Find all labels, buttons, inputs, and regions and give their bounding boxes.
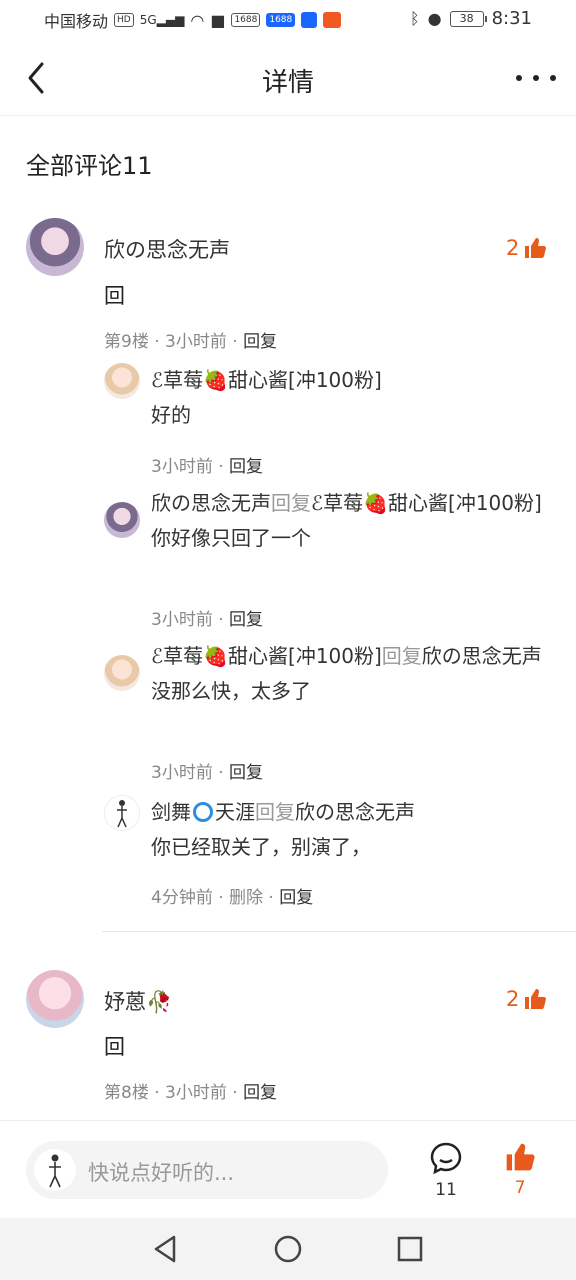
orange-app-icon bbox=[323, 12, 342, 28]
like-button[interactable]: 2 bbox=[506, 987, 547, 1011]
avatar[interactable] bbox=[104, 502, 140, 538]
wifi-icon: ◠ bbox=[190, 10, 205, 30]
top-nav: 详情 bbox=[0, 40, 576, 116]
comment-divider bbox=[102, 931, 576, 932]
system-home-button[interactable] bbox=[271, 1232, 305, 1266]
reply-text: 好的 bbox=[151, 403, 191, 427]
circle-home-icon bbox=[274, 1235, 302, 1263]
comment-bubble-icon bbox=[430, 1142, 462, 1175]
like-button[interactable]: 2 bbox=[506, 236, 547, 260]
comment-placeholder: 快说点好听的... bbox=[88, 1161, 235, 1185]
system-back-button[interactable] bbox=[148, 1232, 182, 1266]
avatar[interactable] bbox=[104, 655, 140, 691]
like-count: 7 bbox=[514, 1178, 526, 1198]
reply-item: 剑舞 天涯回复欣の思念无声 你已经取关了，别演了， bbox=[151, 795, 551, 865]
dot-icon bbox=[516, 75, 522, 81]
app-badge-1688-alt: 1688 bbox=[266, 13, 296, 27]
thumbs-up-icon bbox=[525, 989, 547, 1009]
reply-meta: 4分钟前 · 删除 · 回复 bbox=[151, 888, 314, 908]
bottom-bar: 快说点好听的... 11 7 bbox=[0, 1120, 576, 1218]
user-avatar bbox=[34, 1149, 76, 1191]
video-icon: ■ bbox=[210, 10, 226, 30]
reply-author[interactable]: 欣の思念无声 bbox=[151, 491, 271, 515]
avatar[interactable] bbox=[104, 795, 140, 831]
clock: 8:31 bbox=[491, 8, 532, 29]
reply-text: 没那么快，太多了 bbox=[151, 679, 311, 703]
bluetooth-icon: ᛒ bbox=[410, 9, 420, 28]
triangle-back-icon bbox=[154, 1235, 176, 1263]
comments-button[interactable]: 11 bbox=[421, 1141, 471, 1200]
reply-link[interactable]: 回复 bbox=[229, 610, 263, 630]
reply-author[interactable]: ℰ草莓🍓甜心酱[冲100粉] bbox=[151, 363, 551, 398]
figure-sketch-icon bbox=[117, 800, 127, 828]
reply-author[interactable]: ℰ草莓🍓甜心酱[冲100粉] bbox=[151, 644, 382, 668]
thumbs-up-icon bbox=[525, 238, 547, 258]
carrier-label: 中国移动 bbox=[44, 12, 109, 31]
comment-author[interactable]: 妤蒽🥀 bbox=[104, 986, 172, 1016]
avatar[interactable] bbox=[26, 970, 84, 1028]
like-count: 2 bbox=[506, 236, 520, 260]
reply-target[interactable]: 欣の思念无声 bbox=[422, 644, 542, 668]
reply-word: 回复 bbox=[381, 644, 422, 668]
square-recents-icon bbox=[397, 1236, 423, 1262]
reply-text: 你已经取关了，别演了， bbox=[151, 835, 371, 859]
like-post-button[interactable]: 7 bbox=[495, 1141, 545, 1198]
dot-icon bbox=[533, 75, 539, 81]
avatar[interactable] bbox=[104, 363, 140, 399]
reply-word: 回复 bbox=[271, 491, 311, 515]
mic-icon: ● bbox=[427, 9, 442, 28]
comment-input[interactable]: 快说点好听的... bbox=[26, 1141, 388, 1199]
reply-item: ℰ草莓🍓甜心酱[冲100粉] 好的 bbox=[151, 363, 551, 433]
status-bar: 中国移动 HD 5G▂▄▆ ◠ ■ 1688 1688 ᛒ ● 38 8:31 bbox=[0, 0, 576, 40]
reply-link[interactable]: 回复 bbox=[229, 763, 263, 783]
system-nav-bar bbox=[0, 1218, 576, 1280]
comment-text: 回 bbox=[104, 1035, 125, 1059]
reply-link[interactable]: 回复 bbox=[229, 457, 263, 477]
reply-item: 欣の思念无声回复ℰ草莓🍓甜心酱[冲100粉] 你好像只回了一个 bbox=[151, 486, 551, 556]
shield-app-icon bbox=[301, 12, 318, 28]
comments-heading: 全部评论11 bbox=[26, 152, 153, 180]
comment-meta: 第9楼 · 3小时前 · 回复 bbox=[104, 332, 278, 352]
reply-item: ℰ草莓🍓甜心酱[冲100粉]回复欣の思念无声 没那么快，太多了 bbox=[151, 639, 551, 709]
reply-meta: 3小时前 · 回复 bbox=[151, 457, 264, 477]
system-recents-button[interactable] bbox=[393, 1232, 427, 1266]
reply-link[interactable]: 回复 bbox=[279, 888, 313, 908]
thumbs-up-icon bbox=[506, 1143, 535, 1171]
reply-author[interactable]: 剑舞 bbox=[151, 800, 191, 824]
avatar[interactable] bbox=[26, 218, 84, 276]
reply-meta: 3小时前 · 回复 bbox=[151, 610, 264, 630]
comment-author[interactable]: 欣の思念无声 bbox=[104, 234, 230, 264]
verified-icon bbox=[193, 802, 213, 822]
like-count: 2 bbox=[506, 987, 520, 1011]
reply-author-suffix[interactable]: 天涯 bbox=[215, 800, 255, 824]
reply-word: 回复 bbox=[255, 800, 295, 824]
page-title: 详情 bbox=[261, 68, 314, 98]
reply-link[interactable]: 回复 bbox=[243, 332, 277, 352]
figure-sketch-icon bbox=[49, 1154, 61, 1188]
app-badge-1688: 1688 bbox=[231, 13, 261, 27]
hd-badge: HD bbox=[114, 13, 134, 27]
comment-meta: 第8楼 · 3小时前 · 回复 bbox=[104, 1083, 278, 1103]
reply-meta: 3小时前 · 回复 bbox=[151, 763, 264, 783]
reply-target[interactable]: ℰ草莓🍓甜心酱[冲100粉] bbox=[311, 491, 542, 515]
more-menu-button[interactable] bbox=[516, 60, 556, 96]
comment-count: 11 bbox=[435, 1180, 457, 1200]
dot-icon bbox=[550, 75, 556, 81]
signal-icon: 5G▂▄▆ bbox=[139, 13, 185, 27]
reply-link[interactable]: 回复 bbox=[243, 1083, 277, 1103]
reply-target[interactable]: 欣の思念无声 bbox=[295, 800, 415, 824]
battery-icon: 38 bbox=[449, 10, 487, 27]
comment-text: 回 bbox=[104, 284, 125, 308]
reply-text: 你好像只回了一个 bbox=[151, 526, 311, 550]
